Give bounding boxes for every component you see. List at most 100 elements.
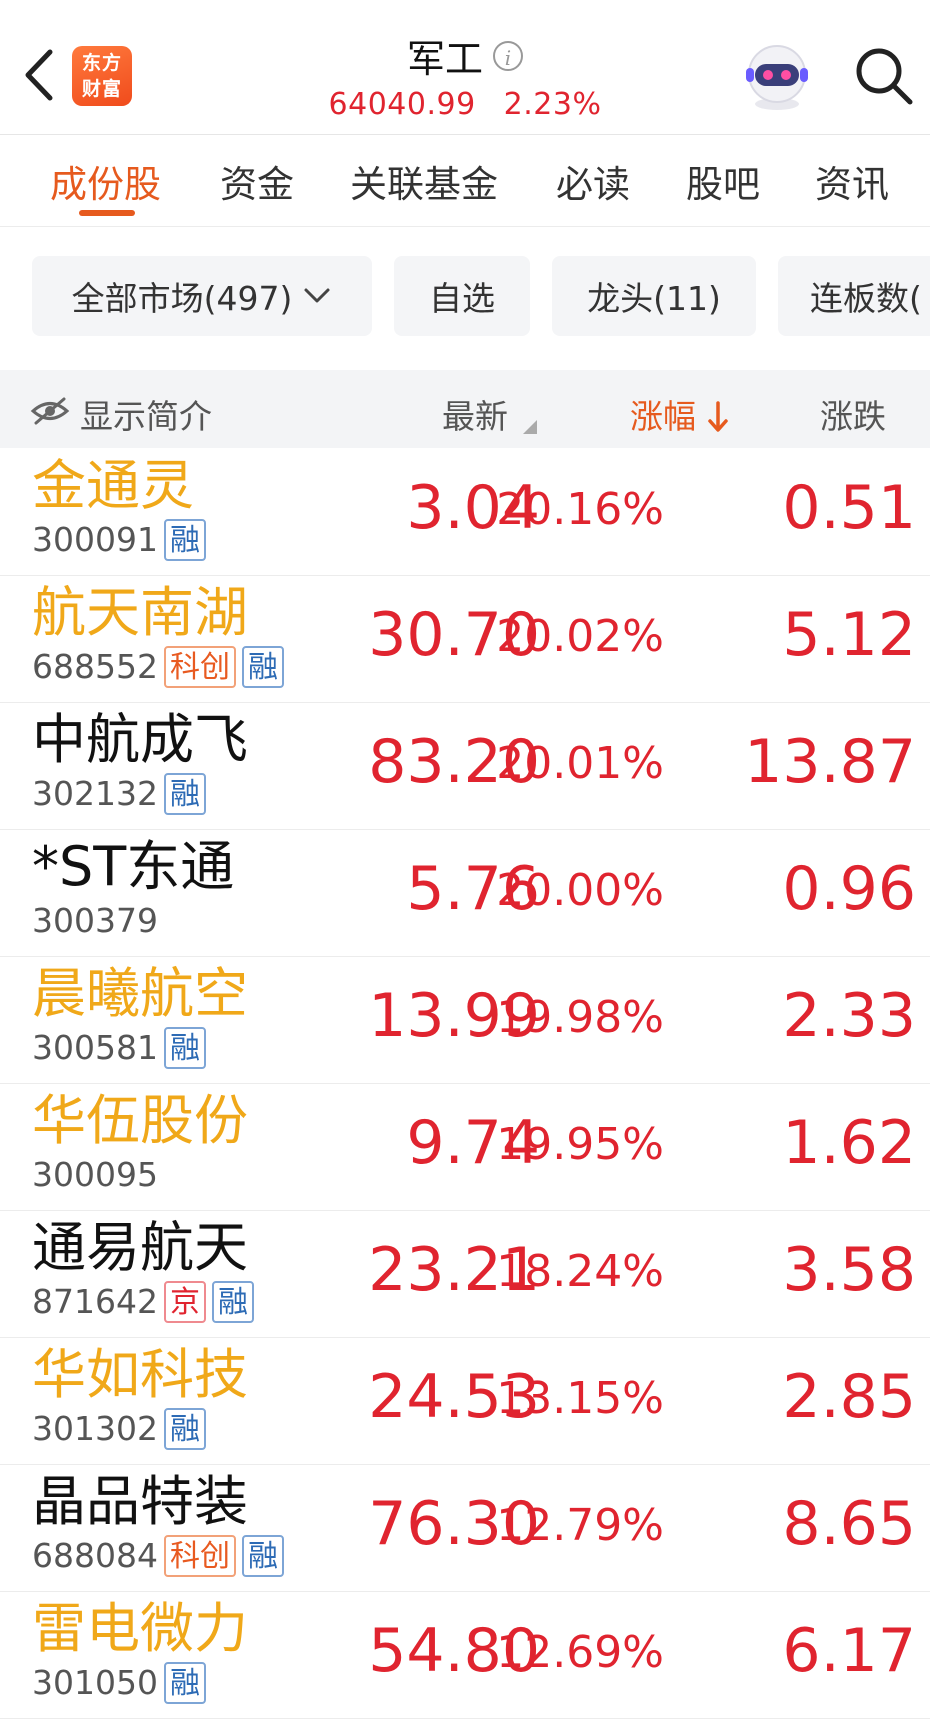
stock-code-line: 301302 融 <box>32 1405 206 1453</box>
margin-badge: 融 <box>163 1027 206 1069</box>
margin-badge: 融 <box>211 1281 254 1323</box>
change-value: 5.12 <box>782 600 916 670</box>
index-value: 64040.99 <box>328 87 476 122</box>
tab-forum[interactable]: 股吧 <box>686 154 760 208</box>
tab-must-read[interactable]: 必读 <box>556 154 630 208</box>
stock-code-line: 688084 科创 融 <box>32 1532 284 1580</box>
stock-code: 301302 <box>32 1409 158 1448</box>
stock-name: 晶品特装 <box>32 1470 248 1533</box>
star-market-badge: 科创 <box>163 646 236 688</box>
change-value: 0.51 <box>782 473 916 543</box>
stock-name: 晨曦航空 <box>32 962 248 1025</box>
column-latest[interactable]: 最新 <box>442 390 537 438</box>
table-row[interactable]: 航天南湖 688552 科创 融 30.70 20.02% 5.12 <box>0 575 930 703</box>
change-pct: 20.00% <box>496 865 664 916</box>
market-filter-label: 全部市场(497) <box>71 279 293 318</box>
change-pct: 13.15% <box>496 1373 664 1424</box>
stock-name: 中航成飞 <box>32 708 248 771</box>
change-value: 6.17 <box>782 1616 916 1686</box>
stock-code-line: 688552 科创 融 <box>32 643 284 691</box>
stock-name: 华伍股份 <box>32 1089 248 1152</box>
index-change: 2.23% <box>503 87 602 122</box>
change-value: 2.85 <box>782 1362 916 1432</box>
table-row[interactable]: 雷电微力 301050 融 54.80 12.69% 6.17 <box>0 1591 930 1719</box>
stock-code-line: 871642 京 融 <box>32 1278 254 1326</box>
change-pct: 20.01% <box>496 738 664 789</box>
stock-code: 300091 <box>32 520 158 559</box>
table-row[interactable]: *ST东通 300379 5.76 20.00% 0.96 <box>0 829 930 957</box>
change-pct: 20.02% <box>496 611 664 662</box>
table-row[interactable]: 晶品特装 688084 科创 融 76.30 12.79% 8.65 <box>0 1464 930 1592</box>
beijing-exchange-badge: 京 <box>163 1281 206 1323</box>
stock-code: 302132 <box>32 774 158 813</box>
table-row[interactable]: 晨曦航空 300581 融 13.99 19.98% 2.33 <box>0 956 930 1084</box>
filter-consecutive-label: 连板数( <box>810 279 922 318</box>
tab-funds-flow[interactable]: 资金 <box>220 154 294 208</box>
stock-name: *ST东通 <box>32 835 235 898</box>
table-row[interactable]: 通易航天 871642 京 融 23.21 18.24% 3.58 <box>0 1210 930 1338</box>
column-change[interactable]: 涨跌 <box>820 390 886 438</box>
change-pct: 19.95% <box>496 1119 664 1170</box>
filter-watchlist-label: 自选 <box>429 279 495 318</box>
logo-line-1: 东方 <box>81 52 122 74</box>
filter-leaders-label: 龙头(11) <box>587 279 721 318</box>
stock-code: 300379 <box>32 901 158 940</box>
robot-assistant-icon[interactable] <box>738 40 816 112</box>
margin-badge: 融 <box>241 1535 284 1577</box>
filter-watchlist[interactable]: 自选 <box>394 256 530 336</box>
change-value: 13.87 <box>744 727 916 797</box>
stock-code-line: 302132 融 <box>32 770 206 818</box>
stock-code: 300095 <box>32 1155 158 1194</box>
stock-code-line: 301050 融 <box>32 1659 206 1707</box>
change-value: 2.33 <box>782 981 916 1051</box>
stock-name: 雷电微力 <box>32 1597 248 1660</box>
stock-code: 300581 <box>32 1028 158 1067</box>
change-value: 8.65 <box>782 1489 916 1559</box>
stock-name: 通易航天 <box>32 1216 248 1279</box>
margin-badge: 融 <box>163 1408 206 1450</box>
table-row[interactable]: 中航成飞 302132 融 83.20 20.01% 13.87 <box>0 702 930 830</box>
top-bar: 东方 财富 军工 i 64040.99 2.23% <box>0 0 930 135</box>
table-row[interactable]: 华伍股份 300095 9.74 19.95% 1.62 <box>0 1083 930 1211</box>
back-arrow-icon[interactable] <box>18 44 62 106</box>
tab-related-funds[interactable]: 关联基金 <box>350 154 498 208</box>
table-row[interactable]: 金通灵 300091 融 3.04 20.16% 0.51 <box>0 448 930 576</box>
column-change-pct-label: 涨幅 <box>630 397 696 436</box>
change-pct: 12.79% <box>496 1500 664 1551</box>
filter-leaders[interactable]: 龙头(11) <box>552 256 756 336</box>
change-value: 1.62 <box>782 1108 916 1178</box>
change-value: 0.96 <box>782 854 916 924</box>
tab-news[interactable]: 资讯 <box>815 154 889 208</box>
market-filter-dropdown[interactable]: 全部市场(497) <box>32 256 372 336</box>
column-latest-label: 最新 <box>442 397 508 436</box>
stock-code: 688084 <box>32 1536 158 1575</box>
index-quote: 64040.99 2.23% <box>300 87 630 122</box>
stock-name: 航天南湖 <box>32 581 248 644</box>
stock-code-line: 300379 <box>32 897 158 945</box>
app-logo: 东方 财富 <box>72 46 132 106</box>
change-pct: 12.69% <box>496 1627 664 1678</box>
margin-badge: 融 <box>163 519 206 561</box>
stock-code: 301050 <box>32 1663 158 1702</box>
stock-name: 华如科技 <box>32 1343 248 1406</box>
tab-constituents[interactable]: 成份股 <box>50 154 161 208</box>
page-title-text: 军工 <box>406 37 483 81</box>
active-tab-indicator <box>79 210 135 216</box>
logo-line-2: 财富 <box>81 78 122 100</box>
change-value: 3.58 <box>782 1235 916 1305</box>
stock-code: 688552 <box>32 647 158 686</box>
margin-badge: 融 <box>241 646 284 688</box>
column-header: 显示简介 最新 涨幅 涨跌 <box>0 370 930 448</box>
change-pct: 20.16% <box>496 484 664 535</box>
search-icon[interactable] <box>852 44 916 108</box>
sort-down-arrow-icon <box>707 401 728 432</box>
tab-bar: 成份股 资金 关联基金 必读 股吧 资讯 <box>0 134 930 227</box>
star-market-badge: 科创 <box>163 1535 236 1577</box>
show-intro-toggle[interactable]: 显示简介 <box>80 390 212 438</box>
filter-consecutive-limit[interactable]: 连板数( <box>778 256 930 336</box>
column-change-pct[interactable]: 涨幅 <box>630 390 729 438</box>
table-row[interactable]: 华如科技 301302 融 24.53 13.15% 2.85 <box>0 1337 930 1465</box>
eye-off-icon[interactable] <box>30 396 70 426</box>
stock-code-line: 300581 融 <box>32 1024 206 1072</box>
info-icon[interactable]: i <box>493 40 523 71</box>
